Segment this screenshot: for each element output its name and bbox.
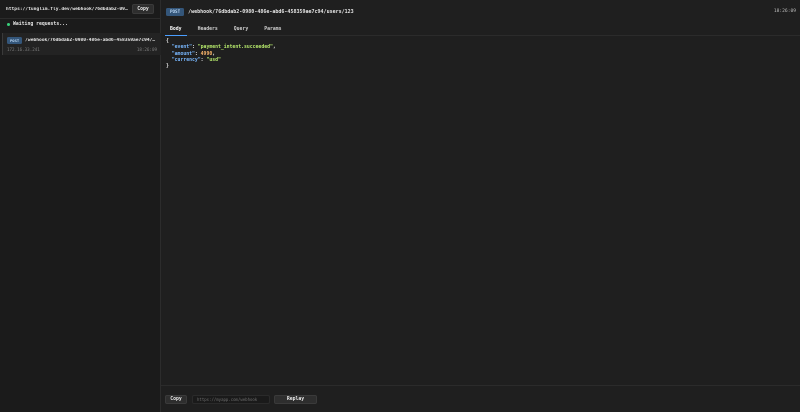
request-path: /webhook/76dbdab2-0980-486e-abd6-458359a… bbox=[25, 37, 157, 43]
json-line: "amount": 4990, bbox=[171, 51, 216, 57]
json-close-brace: } bbox=[166, 64, 169, 70]
request-row-bottom: 172.16.33.241 18:26:09 bbox=[7, 47, 157, 52]
json-line: "currency": "usd" bbox=[171, 57, 221, 63]
tab-body[interactable]: Body bbox=[165, 23, 187, 36]
json-value: "payment_intent.succeeded" bbox=[197, 45, 273, 51]
sidebar: https://tunglim.fly.dev/webhook/76dbdab2… bbox=[0, 0, 161, 412]
json-line: "event": "payment_intent.succeeded", bbox=[171, 45, 276, 51]
request-list-item[interactable]: POST /webhook/76dbdab2-0980-486e-abd6-45… bbox=[2, 33, 161, 55]
copy-body-button[interactable]: Copy bbox=[165, 394, 187, 404]
sidebar-header: https://tunglim.fly.dev/webhook/76dbdab2… bbox=[0, 0, 160, 19]
detail-footer: Copy Replay bbox=[161, 385, 800, 412]
waiting-status: Waiting requests... bbox=[0, 19, 160, 30]
json-value: 4990 bbox=[200, 51, 213, 57]
detail-tabs: Body Headers Query Params bbox=[165, 23, 800, 36]
request-detail: POST /webhook/76dbdab2-0980-486e-abd6-45… bbox=[161, 0, 800, 412]
method-badge: POST bbox=[166, 7, 185, 16]
json-key: "event" bbox=[171, 45, 192, 51]
replay-button[interactable]: Replay bbox=[274, 394, 317, 404]
webhook-url: https://tunglim.fly.dev/webhook/76dbdab2… bbox=[6, 6, 128, 12]
waiting-text: Waiting requests... bbox=[13, 22, 68, 27]
status-dot-icon bbox=[7, 23, 10, 26]
tab-params[interactable]: Params bbox=[259, 23, 286, 36]
request-ip: 172.16.33.241 bbox=[7, 47, 40, 52]
json-key: "amount" bbox=[171, 51, 195, 57]
json-body-viewer: { "event": "payment_intent.succeeded", "… bbox=[161, 36, 800, 73]
json-open-brace: { bbox=[166, 39, 169, 44]
json-key: "currency" bbox=[171, 57, 201, 63]
copy-url-button[interactable]: Copy bbox=[132, 4, 154, 14]
json-value: "usd" bbox=[206, 57, 221, 63]
method-badge: POST bbox=[7, 36, 23, 44]
app-window: https://tunglim.fly.dev/webhook/76dbdab2… bbox=[0, 0, 800, 412]
replay-url-input[interactable] bbox=[192, 394, 270, 404]
detail-header: POST /webhook/76dbdab2-0980-486e-abd6-45… bbox=[161, 0, 800, 23]
request-path: /webhook/76dbdab2-0980-486e-abd6-458359a… bbox=[188, 8, 354, 15]
request-row-top: POST /webhook/76dbdab2-0980-486e-abd6-45… bbox=[7, 36, 157, 44]
tab-query[interactable]: Query bbox=[229, 23, 253, 36]
request-time: 18:26:09 bbox=[136, 47, 157, 52]
tab-headers[interactable]: Headers bbox=[193, 23, 223, 36]
request-time: 18:26:09 bbox=[773, 9, 796, 14]
